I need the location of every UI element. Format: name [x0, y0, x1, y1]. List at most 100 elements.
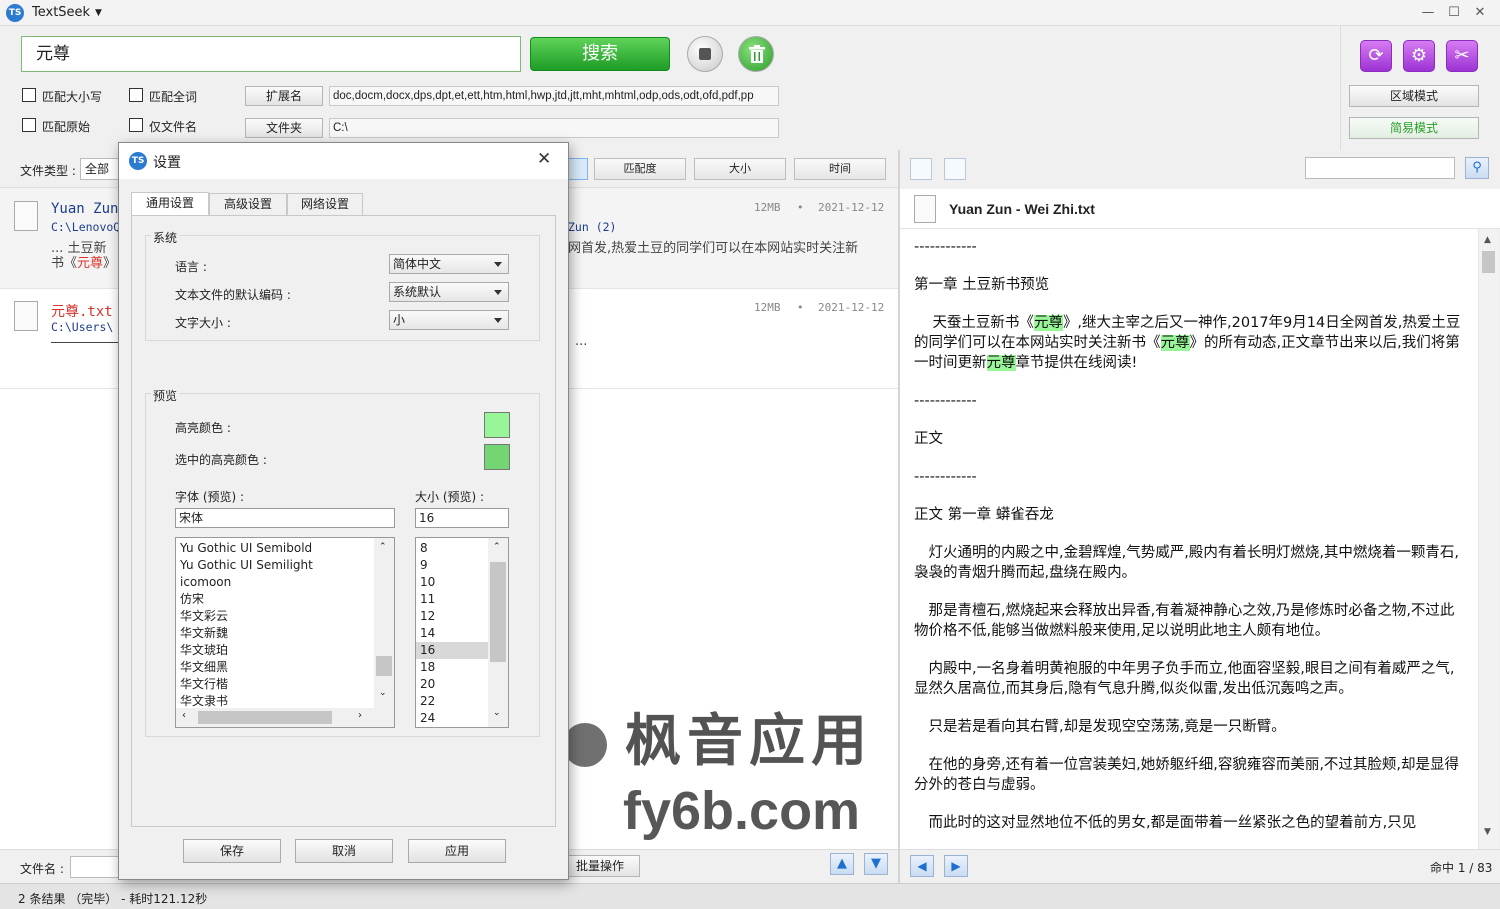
cancel-button[interactable]: 取消 — [295, 839, 393, 863]
extension-button[interactable]: 扩展名 — [245, 86, 323, 106]
area-mode-button[interactable]: 区域模式 — [1349, 85, 1479, 107]
next-result-button[interactable]: ▼ — [864, 853, 888, 875]
size-list-item[interactable]: 18 — [416, 659, 488, 676]
sort-size[interactable]: 大小 — [694, 158, 786, 180]
previous-hit-button[interactable]: ◀ — [910, 855, 934, 877]
size-list-item[interactable]: 16 — [416, 642, 488, 659]
font-list-item[interactable]: 华文彩云 — [176, 608, 374, 625]
size-list-item[interactable]: 11 — [416, 591, 488, 608]
size-list-item[interactable]: 12 — [416, 608, 488, 625]
apply-button[interactable]: 应用 — [408, 839, 506, 863]
font-list-scrollbar[interactable]: ⌃ ⌄ — [374, 538, 394, 708]
tab-general[interactable]: 通用设置 — [131, 192, 209, 216]
size-list-item[interactable]: 20 — [416, 676, 488, 693]
size-list-item[interactable]: 10 — [416, 574, 488, 591]
save-button[interactable]: 保存 — [183, 839, 281, 863]
size-list-item[interactable]: 24 — [416, 710, 488, 727]
filename-only-checkbox[interactable] — [129, 118, 143, 132]
tools-button[interactable]: ✂ — [1446, 40, 1478, 72]
match-whole-word-checkbox[interactable] — [129, 88, 143, 102]
settings-button[interactable]: ⚙ — [1403, 40, 1435, 72]
result-snippet: 书《元尊》 — [51, 252, 116, 271]
highlight-color-swatch[interactable] — [484, 412, 510, 438]
size-list-scrollbar[interactable]: ⌃ ⌄ — [488, 538, 508, 727]
scroll-thumb[interactable] — [490, 562, 506, 662]
search-icon: ⚲ — [1472, 160, 1482, 175]
font-list-item[interactable]: icomoon — [176, 574, 374, 591]
selected-highlight-color-swatch[interactable] — [484, 444, 510, 470]
preview-scrollbar[interactable]: ▲ ▼ — [1478, 229, 1498, 849]
scroll-left-icon[interactable]: ‹ — [182, 710, 186, 721]
scroll-up-icon[interactable]: ⌃ — [379, 542, 387, 552]
size-list-item[interactable]: 9 — [416, 557, 488, 574]
font-input[interactable]: 宋体 — [175, 508, 395, 528]
tab-network[interactable]: 网络设置 — [287, 193, 363, 215]
font-list-item[interactable]: 华文新魏 — [176, 625, 374, 642]
refresh-button[interactable]: ⟳ — [1360, 40, 1392, 72]
sort-time[interactable]: 时间 — [794, 158, 886, 180]
folder-button[interactable]: 文件夹 — [245, 118, 323, 138]
arrow-left-icon: ◀ — [917, 859, 927, 873]
scroll-thumb[interactable] — [198, 711, 332, 724]
size-list-item[interactable]: 8 — [416, 540, 488, 557]
match-original-checkbox[interactable] — [22, 118, 36, 132]
language-select[interactable]: 简体中文 — [389, 254, 509, 274]
column-toggle[interactable] — [566, 158, 588, 180]
new-document-icon[interactable] — [910, 158, 932, 180]
font-list-item[interactable]: Yu Gothic UI Semilight — [176, 557, 374, 574]
font-list[interactable]: Yu Gothic UI Semibold Yu Gothic UI Semili… — [175, 537, 395, 728]
extension-field[interactable]: doc,docm,docx,dps,dpt,et,ett,htm,html,hw… — [329, 86, 779, 106]
folder-field[interactable]: C:\ — [329, 118, 779, 138]
font-list-item[interactable]: Yu Gothic UI Semibold — [176, 540, 374, 557]
maximize-icon[interactable]: ☐ — [1444, 4, 1464, 22]
preview-paragraph: 灯火通明的内殿之中,金碧辉煌,气势威严,殿内有着长明灯燃烧,其中燃烧着一颗青石,… — [914, 545, 1460, 581]
window-icon[interactable] — [944, 158, 966, 180]
preview-paragraph: 而此时的这对显然地位不低的男女,都是面带着一丝紧张之色的望着前方,只见 — [928, 815, 1417, 831]
size-list-item[interactable]: 22 — [416, 693, 488, 710]
text-size-select[interactable]: 小 — [389, 310, 509, 330]
font-list-hscrollbar[interactable]: ‹ › — [176, 708, 394, 727]
result-separator: • — [797, 301, 804, 314]
clear-trash-button[interactable] — [738, 36, 774, 72]
size-list[interactable]: 8 9 10 11 12 14 16 18 20 22 24 ⌃ ⌄ — [415, 537, 509, 728]
scroll-thumb[interactable] — [1482, 251, 1495, 273]
font-list-item[interactable]: 华文琥珀 — [176, 642, 374, 659]
dialog-title-bar: TS 设置 ✕ — [119, 143, 568, 179]
size-input[interactable]: 16 — [415, 508, 509, 528]
size-list-item[interactable]: 14 — [416, 625, 488, 642]
font-list-item[interactable]: 仿宋 — [176, 591, 374, 608]
font-list-item[interactable]: 华文细黑 — [176, 659, 374, 676]
result-title: 元尊.txt — [51, 304, 113, 320]
previous-result-button[interactable]: ▲ — [830, 853, 854, 875]
font-list-item[interactable]: 华文隶书 — [176, 693, 374, 708]
batch-operation-button[interactable]: 批量操作 — [560, 855, 640, 877]
chevron-down-icon — [494, 290, 502, 295]
scroll-right-icon[interactable]: › — [358, 710, 362, 721]
minimize-icon[interactable]: — — [1418, 4, 1438, 22]
scroll-down-icon[interactable]: ▼ — [1484, 827, 1491, 837]
scroll-down-icon[interactable]: ⌄ — [379, 688, 387, 698]
preview-search-input[interactable] — [1305, 157, 1455, 179]
scroll-up-icon[interactable]: ⌃ — [493, 542, 501, 552]
tab-advanced[interactable]: 高级设置 — [209, 193, 287, 215]
match-case-checkbox[interactable] — [22, 88, 36, 102]
next-hit-button[interactable]: ▶ — [944, 855, 968, 877]
app-menu-chevron-down-icon[interactable]: ▼ — [95, 8, 102, 18]
file-type-select[interactable]: 全部 — [80, 158, 120, 180]
preview-search-button[interactable]: ⚲ — [1465, 157, 1489, 179]
search-button[interactable]: 搜索 — [530, 37, 670, 71]
simple-mode-button[interactable]: 简易模式 — [1349, 117, 1479, 139]
font-list-item[interactable]: 华文行楷 — [176, 676, 374, 693]
scroll-thumb[interactable] — [376, 656, 392, 676]
chevron-down-icon — [494, 262, 502, 267]
search-input[interactable]: 元尊 — [21, 36, 521, 72]
encoding-select[interactable]: 系统默认 — [389, 282, 509, 302]
scroll-down-icon[interactable]: ⌄ — [493, 708, 501, 718]
close-window-icon[interactable]: ✕ — [1470, 4, 1490, 22]
settings-dialog: TS 设置 ✕ 通用设置 高级设置 网络设置 系统 语言 : 简体中文 文本文件… — [118, 142, 569, 880]
sort-match-degree[interactable]: 匹配度 — [594, 158, 686, 180]
scroll-up-icon[interactable]: ▲ — [1484, 235, 1491, 245]
stop-button[interactable] — [687, 36, 723, 72]
filename-input[interactable] — [70, 856, 120, 878]
dialog-close-icon[interactable]: ✕ — [537, 149, 551, 169]
